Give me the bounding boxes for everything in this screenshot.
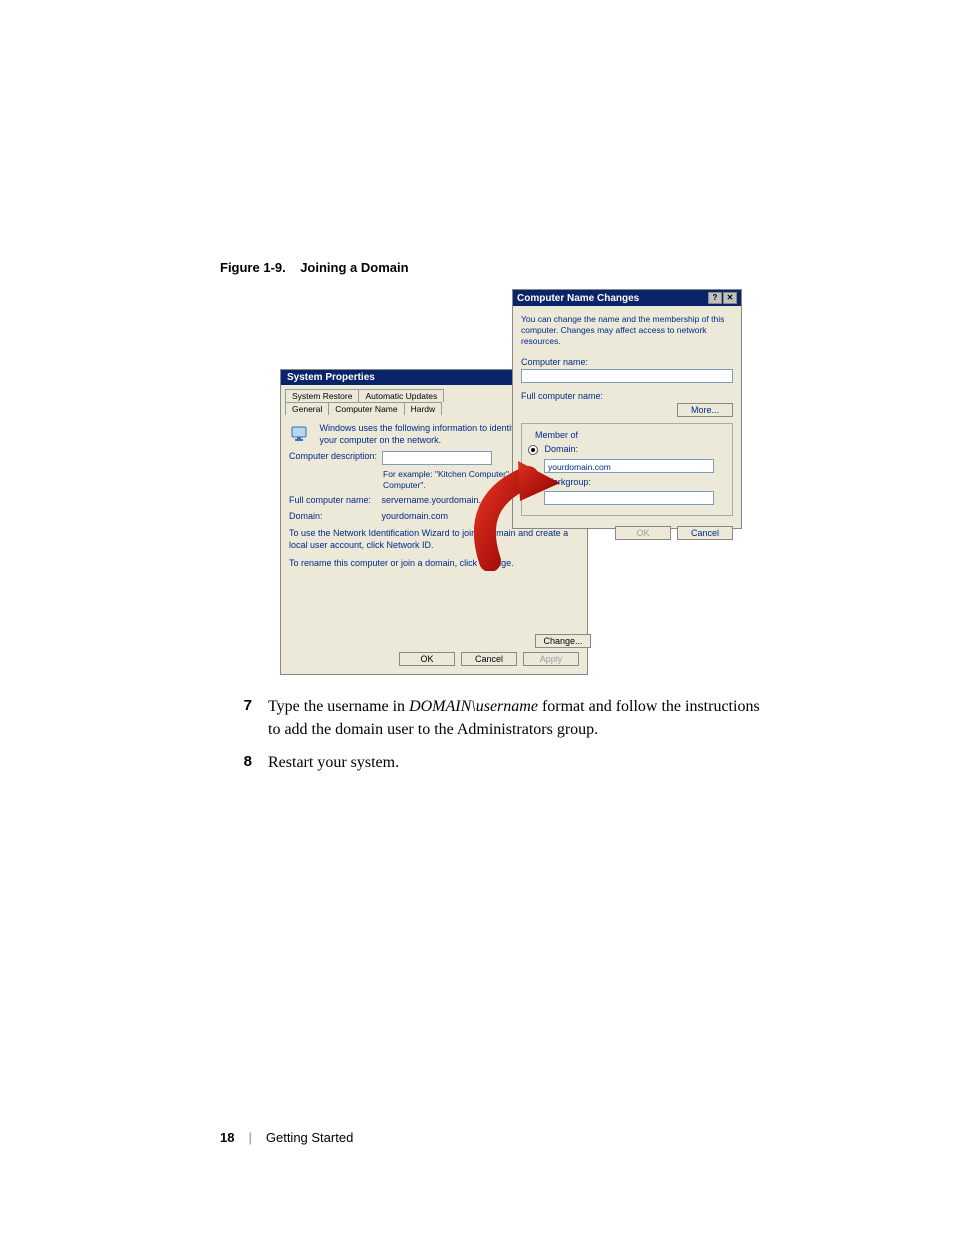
figure-title: Joining a Domain	[300, 260, 408, 275]
step-number: 8	[220, 751, 252, 774]
computer-icon	[289, 423, 313, 447]
domain-input[interactable]: yourdomain.com	[544, 459, 714, 473]
help-icon[interactable]: ?	[708, 292, 722, 304]
cnc-title-text: Computer Name Changes	[517, 293, 639, 304]
page-number: 18	[220, 1130, 234, 1145]
change-button[interactable]: Change...	[535, 634, 591, 648]
step-7: 7 Type the username in DOMAIN\username f…	[220, 695, 774, 741]
figure-caption: Figure 1-9. Joining a Domain	[220, 260, 774, 275]
window-title: Computer Name Changes ? ✕	[513, 290, 741, 306]
step-text: Restart your system.	[268, 751, 774, 774]
domain-radio-label: Domain:	[545, 444, 579, 454]
tab-general[interactable]: General	[285, 402, 329, 415]
domain-label: Domain:	[289, 511, 379, 523]
section-name: Getting Started	[266, 1130, 353, 1145]
full-name-label: Full computer name:	[521, 391, 733, 401]
tab-automatic-updates[interactable]: Automatic Updates	[358, 389, 444, 402]
info-text: Windows uses the following information t…	[320, 423, 530, 446]
steps-list: 7 Type the username in DOMAIN\username f…	[220, 695, 774, 775]
step-text-italic: DOMAIN\username	[409, 698, 538, 715]
workgroup-radio[interactable]	[528, 477, 538, 487]
step-number: 7	[220, 695, 252, 741]
more-button[interactable]: More...	[677, 403, 733, 417]
full-name-value: servername.yourdomain.	[382, 495, 482, 507]
tab-computer-name[interactable]: Computer Name	[328, 402, 404, 415]
page-footer: 18 | Getting Started	[220, 1130, 353, 1145]
workgroup-radio-label: Workgroup:	[545, 477, 591, 487]
cancel-button[interactable]: Cancel	[461, 652, 517, 666]
member-of-legend: Member of	[532, 430, 581, 440]
domain-radio[interactable]	[528, 445, 538, 455]
description-text: You can change the name and the membersh…	[521, 314, 733, 347]
domain-value: yourdomain.com	[382, 511, 449, 523]
ok-button[interactable]: OK	[615, 526, 671, 540]
computer-name-input[interactable]	[521, 369, 733, 383]
separator: |	[248, 1130, 251, 1145]
tab-system-restore[interactable]: System Restore	[285, 389, 359, 402]
full-name-label: Full computer name:	[289, 495, 379, 507]
apply-button[interactable]: Apply	[523, 652, 579, 666]
step-text: Type the username in DOMAIN\username for…	[268, 695, 774, 741]
rename-text: To rename this computer or join a domain…	[289, 558, 579, 570]
workgroup-input[interactable]	[544, 491, 714, 505]
description-input[interactable]	[382, 451, 492, 465]
computer-name-label: Computer name:	[521, 357, 733, 367]
cancel-button[interactable]: Cancel	[677, 526, 733, 540]
tab-hardware[interactable]: Hardw	[404, 402, 443, 415]
step-text-a: Type the username in	[268, 698, 409, 715]
close-icon[interactable]: ✕	[723, 292, 737, 304]
ok-button[interactable]: OK	[399, 652, 455, 666]
step-8: 8 Restart your system.	[220, 751, 774, 774]
figure-area: System Properties System Restore Automat…	[280, 289, 740, 677]
member-of-group: Member of Domain: yourdomain.com Workgro…	[521, 423, 733, 516]
computer-name-changes-window: Computer Name Changes ? ✕ You can change…	[512, 289, 742, 529]
figure-number: Figure 1-9.	[220, 260, 286, 275]
description-label: Computer description:	[289, 451, 379, 463]
